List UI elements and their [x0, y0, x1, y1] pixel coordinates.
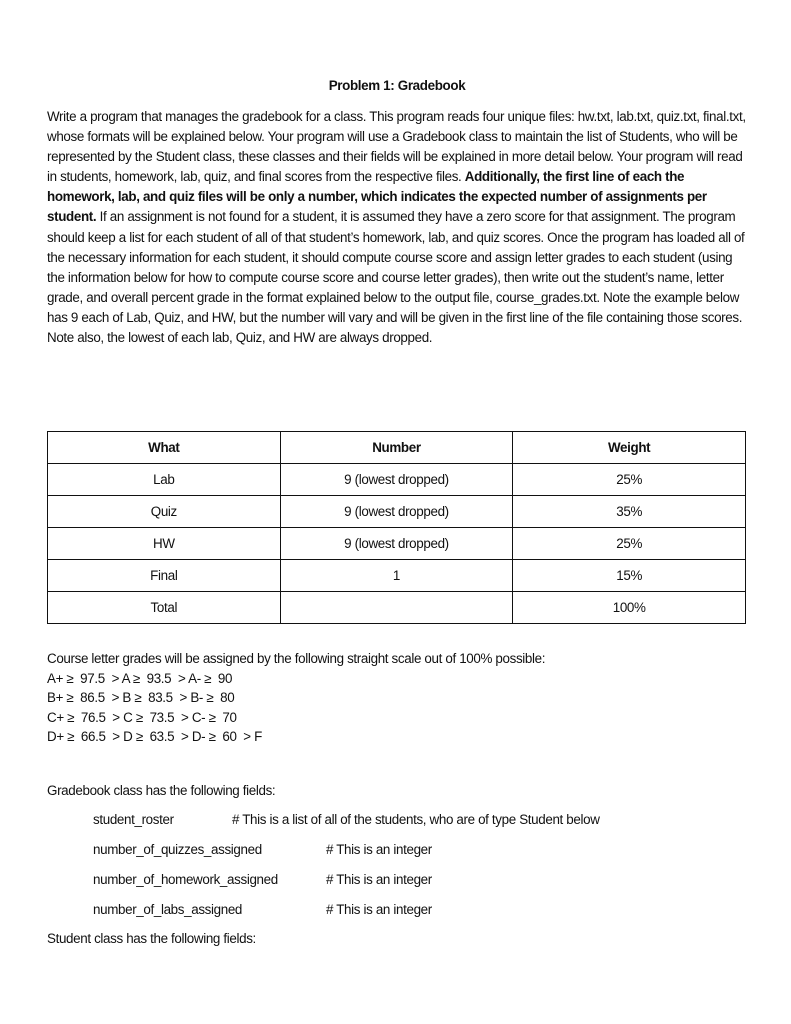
cell-weight: 35% — [512, 495, 746, 528]
cell-number: 9 (lowest dropped) — [279, 463, 514, 496]
field-row-labs: number_of_labs_assigned # This is an int… — [93, 900, 432, 920]
table-row: Lab 9 (lowest dropped) 25% — [47, 463, 746, 496]
document-page: Problem 1: Gradebook Write a program tha… — [47, 76, 747, 946]
grade-scale-row-b: B+ ≥ 86.5 > B ≥ 83.5 > B- ≥ 80 — [47, 690, 235, 705]
grade-scale: Course letter grades will be assigned by… — [47, 649, 545, 747]
cell-what: HW — [47, 527, 281, 560]
cell-weight: 25% — [512, 463, 746, 496]
cell-what: Lab — [47, 463, 281, 496]
field-comment: # This is an integer — [326, 842, 432, 857]
field-row-quizzes: number_of_quizzes_assigned # This is an … — [93, 840, 432, 860]
page-title: Problem 1: Gradebook — [328, 78, 466, 93]
weights-table: What Number Weight Lab 9 (lowest dropped… — [47, 431, 746, 624]
grade-scale-row-d: D+ ≥ 66.5 > D ≥ 63.5 > D- ≥ 60 > F — [47, 729, 262, 744]
table-row: Total 100% — [47, 591, 746, 624]
cell-weight: 25% — [512, 527, 746, 560]
intro-text-2: If an assignment is not found for a stud… — [47, 209, 745, 346]
cell-what: Quiz — [47, 495, 281, 528]
field-name: number_of_quizzes_assigned — [93, 842, 262, 857]
cell-number: 9 (lowest dropped) — [279, 527, 514, 560]
field-comment: # This is a list of all of the students,… — [232, 812, 600, 827]
field-name: number_of_labs_assigned — [93, 902, 243, 917]
field-name: number_of_homework_assigned — [93, 872, 278, 887]
header-number: Number — [279, 431, 514, 464]
grade-scale-row-c: C+ ≥ 76.5 > C ≥ 73.5 > C- ≥ 70 — [47, 709, 237, 725]
field-comment: # This is an integer — [326, 902, 432, 917]
table-header-row: What Number Weight — [47, 431, 746, 464]
header-what: What — [47, 431, 281, 464]
cell-weight: 100% — [512, 591, 746, 624]
table-row: HW 9 (lowest dropped) 25% — [47, 527, 746, 560]
gradebook-fields-heading: Gradebook class has the following fields… — [47, 783, 276, 798]
intro-paragraph: Write a program that manages the gradebo… — [47, 107, 747, 348]
table-row: Final 1 15% — [47, 559, 746, 592]
field-comment: # This is an integer — [326, 872, 432, 887]
field-row-homework: number_of_homework_assigned # This is an… — [93, 870, 432, 890]
field-row-student-roster: student_roster # This is a list of all o… — [93, 810, 600, 830]
grade-scale-row-a: A+ ≥ 97.5 > A ≥ 93.5 > A- ≥ 90 — [47, 670, 233, 686]
cell-what: Final — [47, 559, 281, 592]
grade-scale-intro: Course letter grades will be assigned by… — [47, 651, 546, 666]
cell-number: 1 — [279, 559, 514, 592]
header-weight: Weight — [512, 431, 746, 464]
cell-number: 9 (lowest dropped) — [279, 495, 514, 528]
field-name: student_roster — [93, 812, 174, 827]
table-row: Quiz 9 (lowest dropped) 35% — [47, 495, 746, 528]
cell-number — [279, 591, 514, 624]
cell-what: Total — [47, 591, 281, 624]
cell-weight: 15% — [512, 559, 746, 592]
student-fields-heading: Student class has the following fields: — [47, 931, 256, 946]
